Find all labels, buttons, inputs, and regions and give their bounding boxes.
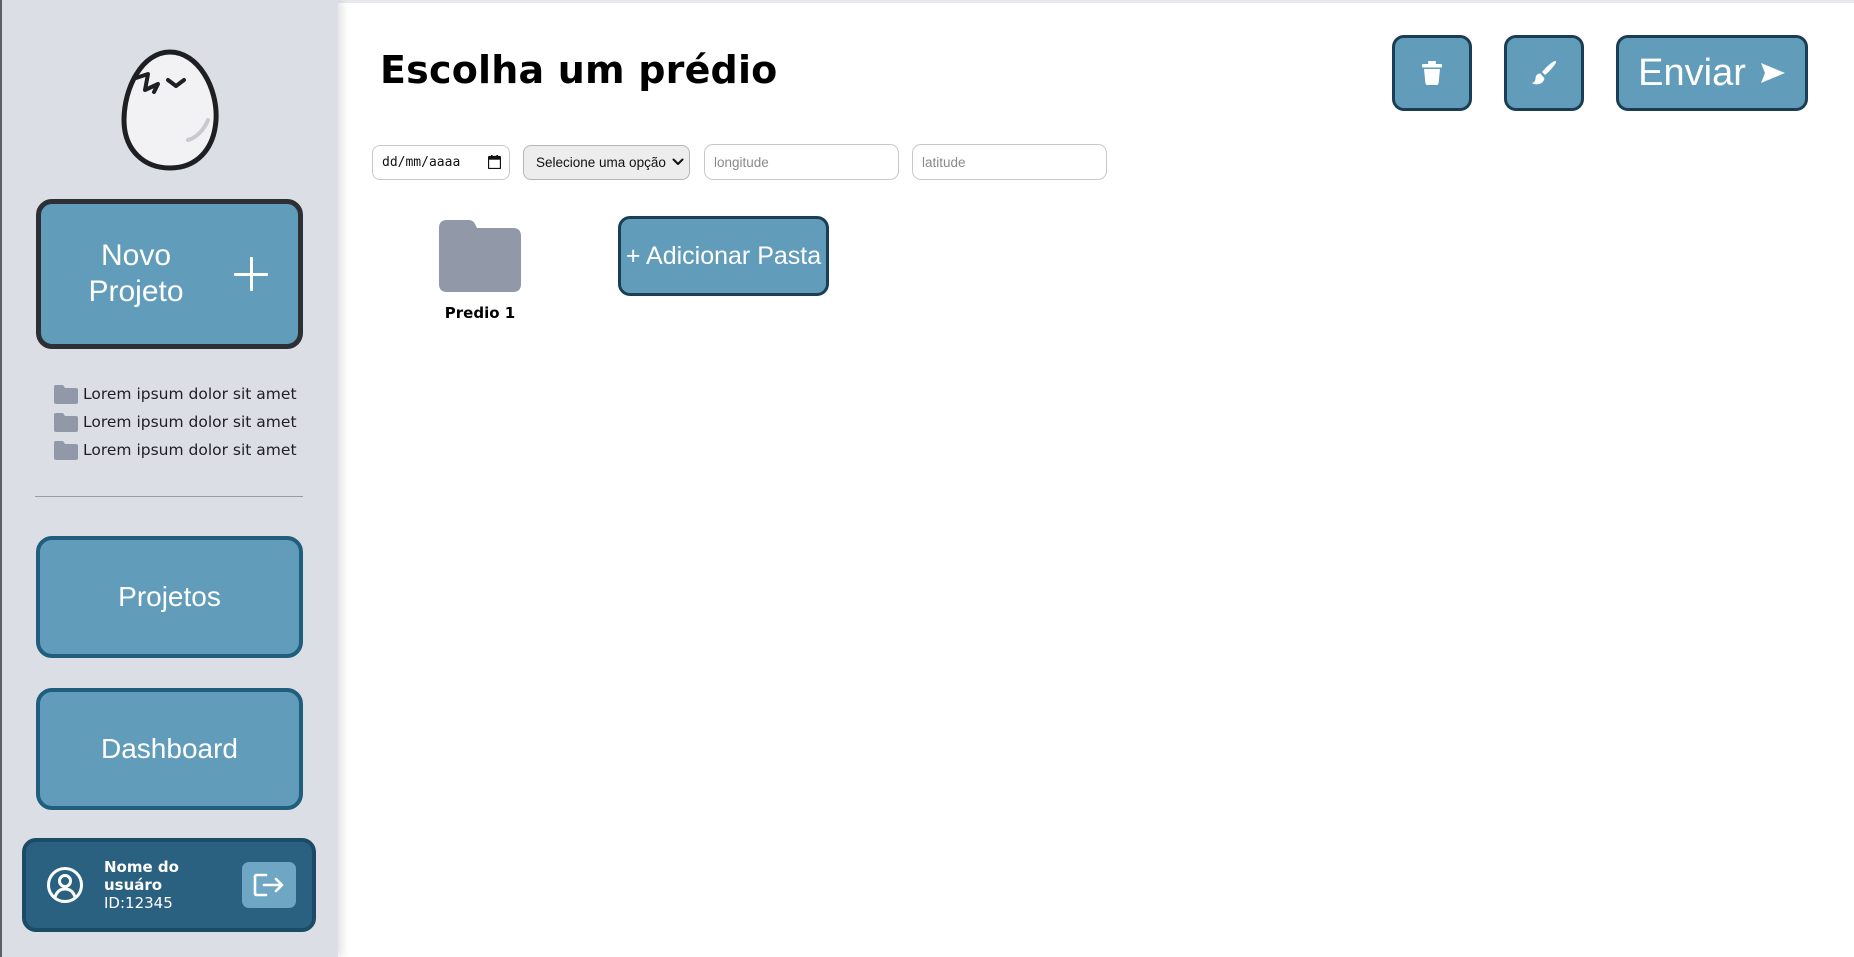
paint-button[interactable] <box>1504 35 1584 111</box>
delete-button[interactable] <box>1392 35 1472 111</box>
sidebar-divider <box>35 496 303 497</box>
send-button[interactable]: Enviar <box>1616 35 1808 111</box>
plus-icon <box>234 257 268 291</box>
send-arrow-icon <box>1760 63 1785 83</box>
sidebar: Novo Projeto Lorem ipsum dolor sit amet … <box>0 0 338 957</box>
folder-icon <box>54 440 78 460</box>
latitude-placeholder: latitude <box>922 154 966 170</box>
egg-logo-icon <box>121 49 219 171</box>
trash-icon <box>1422 61 1442 85</box>
add-folder-button[interactable]: + Adicionar Pasta <box>618 216 829 296</box>
project-list-item-label: Lorem ipsum dolor sit amet <box>83 385 297 403</box>
calendar-icon[interactable] <box>488 155 501 169</box>
nav-projetos-button[interactable]: Projetos <box>36 536 303 658</box>
new-project-label: Novo Projeto <box>88 239 184 308</box>
user-info: Nome do usuáro ID:12345 <box>104 858 242 912</box>
send-button-label: Enviar <box>1638 51 1746 94</box>
user-name: Nome do usuáro <box>104 858 179 894</box>
date-input-value: dd/mm/aaaa <box>382 154 461 170</box>
folder-name: Predio 1 <box>444 304 516 322</box>
user-avatar-icon <box>47 867 83 903</box>
longitude-placeholder: longitude <box>714 154 769 170</box>
nav-dashboard-button[interactable]: Dashboard <box>36 688 303 810</box>
project-list-item[interactable]: Lorem ipsum dolor sit amet <box>54 408 314 436</box>
latitude-input[interactable]: latitude <box>912 144 1107 180</box>
page-title: Escolha um prédio <box>380 48 778 92</box>
app-root: Novo Projeto Lorem ipsum dolor sit amet … <box>0 0 1854 957</box>
folder-icon <box>439 220 521 292</box>
logout-button[interactable] <box>242 862 296 908</box>
project-list: Lorem ipsum dolor sit amet Lorem ipsum d… <box>54 380 314 464</box>
longitude-input[interactable]: longitude <box>704 144 899 180</box>
date-input[interactable]: dd/mm/aaaa <box>372 144 510 180</box>
folder-icon <box>54 384 78 404</box>
folder-item[interactable]: Predio 1 <box>430 220 530 322</box>
project-list-item-label: Lorem ipsum dolor sit amet <box>83 413 297 431</box>
folder-icon <box>54 412 78 432</box>
project-list-item[interactable]: Lorem ipsum dolor sit amet <box>54 380 314 408</box>
filter-bar: dd/mm/aaaa Selecione uma opção longitude… <box>372 144 1107 180</box>
project-list-item[interactable]: Lorem ipsum dolor sit amet <box>54 436 314 464</box>
user-id: ID:12345 <box>104 894 173 912</box>
new-project-button[interactable]: Novo Projeto <box>36 199 303 349</box>
option-select[interactable]: Selecione uma opção <box>523 144 690 180</box>
project-list-item-label: Lorem ipsum dolor sit amet <box>83 441 297 459</box>
logout-icon <box>253 873 284 897</box>
paintbrush-icon <box>1532 61 1556 85</box>
chevron-down-icon <box>672 158 684 165</box>
option-select-value: Selecione uma opção <box>536 154 666 170</box>
user-card: Nome do usuáro ID:12345 <box>22 838 316 932</box>
